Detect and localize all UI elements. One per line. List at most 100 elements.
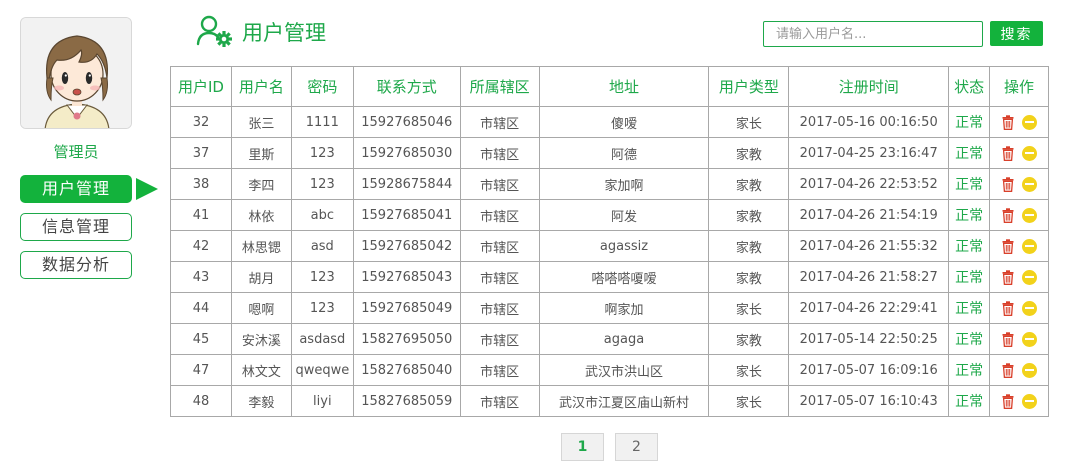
disable-icon[interactable] — [1021, 269, 1037, 285]
cell-username: 林文文 — [230, 354, 292, 386]
cell-username: 嗯啊 — [230, 292, 292, 324]
cell-user-type: 家长 — [708, 385, 790, 417]
trash-icon[interactable] — [1002, 331, 1014, 347]
cell-register-time: 2017-04-25 23:16:47 — [788, 137, 950, 169]
cell-user-id: 38 — [170, 168, 232, 200]
cell-user-type: 家长 — [708, 106, 790, 138]
nav-info-management[interactable]: 信息管理 — [20, 213, 132, 241]
cell-contact: 15927685042 — [352, 230, 461, 262]
disable-icon[interactable] — [1021, 331, 1037, 347]
trash-icon[interactable] — [1002, 269, 1014, 285]
cell-address: agaga — [538, 323, 710, 355]
cell-contact: 15927685043 — [352, 261, 461, 293]
cell-user-type: 家长 — [708, 292, 790, 324]
disable-icon[interactable] — [1021, 207, 1037, 223]
cell-address: agassiz — [538, 230, 710, 262]
cell-register-time: 2017-04-26 21:55:32 — [788, 230, 950, 262]
cell-district: 市辖区 — [459, 137, 540, 169]
cell-password: 123 — [290, 292, 354, 324]
cell-address: 阿德 — [538, 137, 710, 169]
cell-contact: 15928675844 — [352, 168, 461, 200]
cell-password: asdasd — [290, 323, 354, 355]
cell-status: 正常 — [948, 199, 991, 231]
page-1-button[interactable]: 1 — [561, 433, 604, 461]
cell-actions — [989, 106, 1049, 138]
disable-icon[interactable] — [1021, 300, 1037, 316]
cell-contact: 15927685030 — [352, 137, 461, 169]
nav-data-analysis[interactable]: 数据分析 — [20, 251, 132, 279]
table-row: 43 胡月 123 15927685043 市辖区 嗒嗒嗒嗄嗳 家教 2017-04-26 2… — [170, 261, 1049, 293]
cell-status: 正常 — [948, 385, 991, 417]
table-row: 47 林文文 qweqwe 15827685040 市辖区 武汉市洪山区 家长 2017-05… — [170, 354, 1049, 386]
cell-register-time: 2017-04-26 22:29:41 — [788, 292, 950, 324]
cell-user-id: 37 — [170, 137, 232, 169]
cell-actions — [989, 261, 1049, 293]
avatar — [20, 17, 132, 129]
cell-district: 市辖区 — [459, 199, 540, 231]
cell-district: 市辖区 — [459, 323, 540, 355]
trash-icon[interactable] — [1002, 362, 1014, 378]
cell-password: qweqwe — [290, 354, 354, 386]
trash-icon[interactable] — [1002, 176, 1014, 192]
user-settings-icon — [196, 14, 234, 48]
cell-actions — [989, 199, 1049, 231]
cell-status: 正常 — [948, 106, 991, 138]
user-table: 用户ID 用户名 密码 联系方式 所属辖区 地址 用户类型 注册时间 状态 操作… — [170, 66, 1049, 417]
trash-icon[interactable] — [1002, 238, 1014, 254]
cell-user-id: 44 — [170, 292, 232, 324]
cell-user-id: 48 — [170, 385, 232, 417]
cell-status: 正常 — [948, 230, 991, 262]
cell-username: 安沐溪 — [230, 323, 292, 355]
cell-user-type: 家教 — [708, 323, 790, 355]
table-row: 44 嗯啊 123 15927685049 市辖区 啊家加 家长 2017-04-26 22:… — [170, 292, 1049, 324]
disable-icon[interactable] — [1021, 176, 1037, 192]
cell-user-type: 家教 — [708, 230, 790, 262]
table-row: 38 李四 123 15928675844 市辖区 家加啊 家教 2017-04-26 22:… — [170, 168, 1049, 200]
header-user-id: 用户ID — [170, 66, 232, 107]
cell-contact: 15827695050 — [352, 323, 461, 355]
cell-user-type: 家长 — [708, 354, 790, 386]
cell-status: 正常 — [948, 354, 991, 386]
cell-address: 武汉市洪山区 — [538, 354, 710, 386]
header-username: 用户名 — [230, 66, 292, 107]
cell-username: 张三 — [230, 106, 292, 138]
cell-user-id: 47 — [170, 354, 232, 386]
search-input[interactable] — [763, 21, 983, 47]
cell-user-id: 32 — [170, 106, 232, 138]
table-row: 32 张三 1111 15927685046 市辖区 傻嗳 家长 2017-05-16 00:… — [170, 106, 1049, 138]
cell-username: 里斯 — [230, 137, 292, 169]
disable-icon[interactable] — [1021, 362, 1037, 378]
cell-district: 市辖区 — [459, 261, 540, 293]
search-button[interactable]: 搜索 — [990, 21, 1043, 46]
trash-icon[interactable] — [1002, 207, 1014, 223]
page-2-button[interactable]: 2 — [615, 433, 658, 461]
cell-register-time: 2017-04-26 21:54:19 — [788, 199, 950, 231]
cell-password: 123 — [290, 137, 354, 169]
cell-user-type: 家教 — [708, 199, 790, 231]
disable-icon[interactable] — [1021, 145, 1037, 161]
cell-district: 市辖区 — [459, 106, 540, 138]
header-password: 密码 — [290, 66, 354, 107]
cell-actions — [989, 385, 1049, 417]
header-contact: 联系方式 — [352, 66, 461, 107]
nav-user-management[interactable]: 用户管理 — [20, 175, 132, 203]
trash-icon[interactable] — [1002, 393, 1014, 409]
cell-district: 市辖区 — [459, 230, 540, 262]
table-row: 45 安沐溪 asdasd 15827695050 市辖区 agaga 家教 2017-05-… — [170, 323, 1049, 355]
cell-password: 123 — [290, 261, 354, 293]
cell-register-time: 2017-05-07 16:10:43 — [788, 385, 950, 417]
disable-icon[interactable] — [1021, 114, 1037, 130]
cell-register-time: 2017-04-26 21:58:27 — [788, 261, 950, 293]
table-row: 42 林思锶 asd 15927685042 市辖区 agassiz 家教 2017-04-2… — [170, 230, 1049, 262]
header-status: 状态 — [948, 66, 991, 107]
trash-icon[interactable] — [1002, 145, 1014, 161]
cell-register-time: 2017-05-14 22:50:25 — [788, 323, 950, 355]
cell-contact: 15927685046 — [352, 106, 461, 138]
disable-icon[interactable] — [1021, 238, 1037, 254]
disable-icon[interactable] — [1021, 393, 1037, 409]
trash-icon[interactable] — [1002, 300, 1014, 316]
trash-icon[interactable] — [1002, 114, 1014, 130]
cell-address: 傻嗳 — [538, 106, 710, 138]
cell-address: 家加啊 — [538, 168, 710, 200]
cell-actions — [989, 354, 1049, 386]
